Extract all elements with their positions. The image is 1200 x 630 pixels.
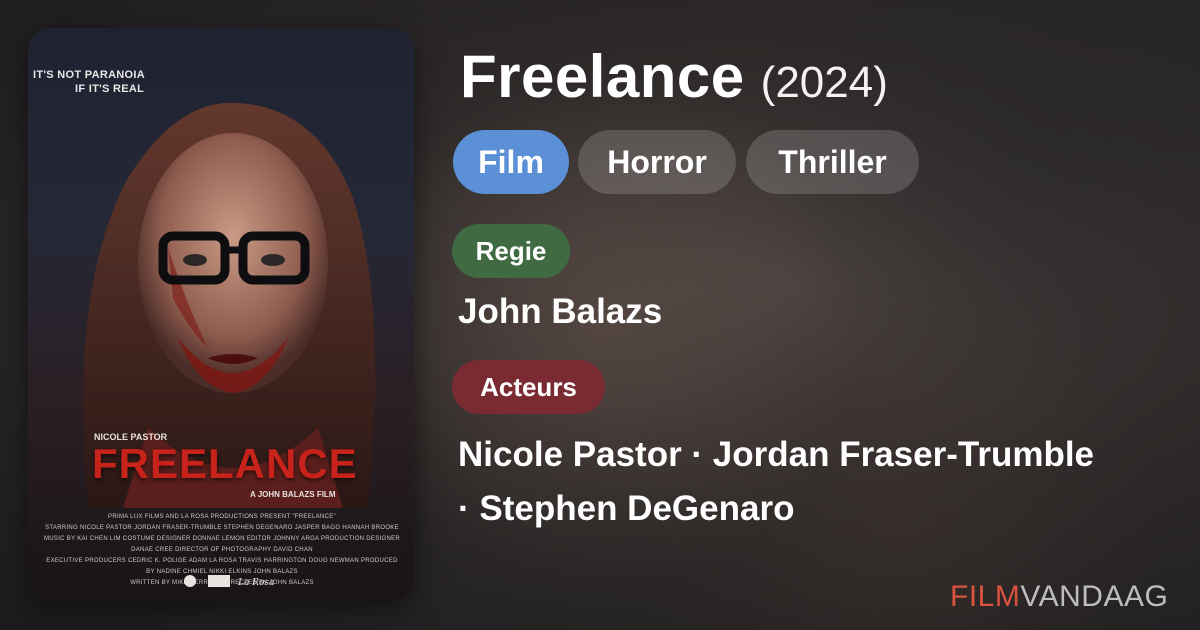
poster-title: FREELANCE — [92, 440, 358, 487]
tag-film[interactable]: Film — [453, 130, 569, 194]
movie-year: (2024) — [760, 58, 888, 107]
cast-list: Nicole Pastor · Jordan Fraser-Trumble · … — [458, 428, 1178, 536]
director-label: Regie — [452, 224, 570, 278]
brand-part-vandaag: VANDAAG — [1020, 580, 1169, 613]
cast-line[interactable]: · Stephen DeGenaro — [458, 482, 1178, 536]
tag-thriller[interactable]: Thriller — [746, 130, 919, 194]
poster-subtitle: A JOHN BALAZS FILM — [250, 490, 336, 499]
filmvandaag-logo[interactable]: FILMVANDAAG — [950, 580, 1168, 614]
cast-label: Acteurs — [452, 360, 605, 414]
brand-part-film: FILM — [950, 580, 1021, 613]
svg-text:La Rosa: La Rosa — [237, 578, 274, 588]
credits-line: PRIMA LUX FILMS AND LA ROSA PRODUCTIONS … — [108, 514, 336, 520]
movie-title: Freelance — [460, 43, 745, 110]
poster-logos: La Rosa — [184, 575, 274, 588]
title-row: Freelance (2024) — [460, 42, 888, 111]
cast-line[interactable]: Nicole Pastor · Jordan Fraser-Trumble — [458, 428, 1178, 482]
tag-horror[interactable]: Horror — [578, 130, 736, 194]
movie-poster[interactable]: IT'S NOT PARANOIA IF IT'S REAL NICOLE PA… — [28, 28, 414, 601]
credits-line: STARRING NICOLE PASTOR JORDAN FRASER-TRU… — [45, 525, 399, 531]
tagline-line-1: IT'S NOT PARANOIA — [33, 69, 146, 81]
credits-line: MUSIC BY KAI CHEN LIM COSTUME DESIGNER D… — [43, 536, 401, 553]
director-name[interactable]: John Balazs — [458, 292, 662, 332]
